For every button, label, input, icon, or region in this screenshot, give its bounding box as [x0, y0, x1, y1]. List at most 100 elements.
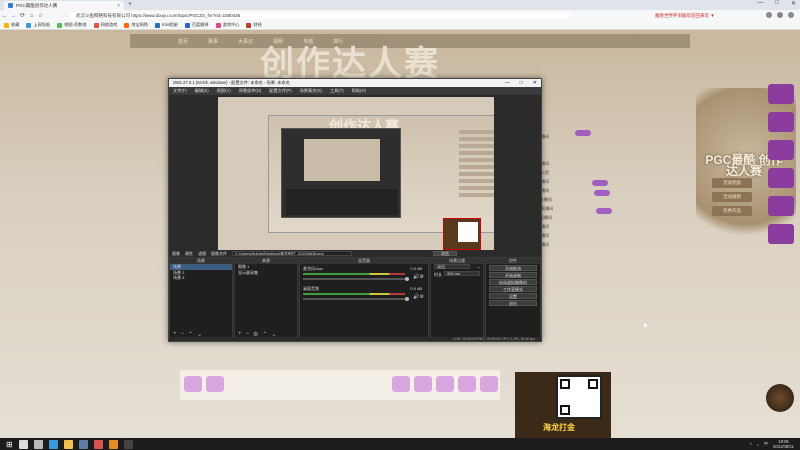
- gift-icon[interactable]: [768, 224, 794, 244]
- bookmark-icon: [4, 22, 9, 28]
- taskbar: ⊞ ^ ♪ 中 19:05 2021/08/21: [0, 438, 800, 450]
- start-button-icon[interactable]: ⊞: [6, 440, 13, 449]
- obs-menu-item[interactable]: 配置文件(P): [269, 88, 291, 94]
- gift-icon[interactable]: [768, 168, 794, 188]
- nav-item-home[interactable]: 首页: [178, 38, 188, 45]
- obs-maximize-button[interactable]: □: [520, 80, 523, 86]
- extension-icon[interactable]: [766, 12, 772, 18]
- tray-expand-icon[interactable]: ^: [750, 442, 752, 447]
- bookmark-item[interactable]: 地图·奇数地: [57, 22, 87, 28]
- nav-item-events[interactable]: 赛事: [208, 38, 218, 45]
- search-icon[interactable]: [18, 439, 28, 449]
- gift-icon[interactable]: [768, 140, 794, 160]
- browse-button[interactable]: 浏览: [433, 251, 457, 256]
- tab-active[interactable]: PGC最酷创作达人赛 ×: [4, 1, 124, 10]
- image-path-field[interactable]: C:/Users/Admin/Desktop/海龙图片_20210806.png: [232, 251, 352, 256]
- obs-menu-item[interactable]: 工具(T): [330, 88, 344, 94]
- gift-item[interactable]: [458, 376, 476, 392]
- obs-icon[interactable]: [123, 439, 133, 449]
- obs-minimize-button[interactable]: —: [505, 80, 510, 86]
- slider-handle[interactable]: [405, 276, 409, 281]
- browser-tab-strip: PGC最酷创作达人赛 × + — □ ✕: [0, 0, 800, 10]
- tab-close-icon[interactable]: ×: [117, 3, 120, 9]
- user-icon[interactable]: [777, 12, 783, 18]
- obs-menu-item[interactable]: 场景集合(S): [300, 88, 322, 94]
- gift-item[interactable]: [392, 376, 410, 392]
- obs-menu-item[interactable]: 停靠部件(D): [239, 88, 262, 94]
- steam-icon[interactable]: [78, 439, 88, 449]
- home-icon[interactable]: ⌂: [27, 13, 36, 19]
- gift-item[interactable]: [414, 376, 432, 392]
- add-icon[interactable]: +: [478, 264, 480, 271]
- browser-search-input[interactable]: 魔兽世界怀旧服欢迎回来玩 ▼: [655, 12, 735, 19]
- bookmark-item[interactable]: 游戏中心: [215, 22, 239, 28]
- filters-button[interactable]: 滤镜: [198, 251, 206, 257]
- gift-icon[interactable]: [768, 84, 794, 104]
- volume-icon[interactable]: ♪: [757, 442, 759, 447]
- studio-mode-button[interactable]: 工作室模式: [489, 286, 537, 292]
- duration-input[interactable]: 300 ms: [444, 271, 480, 276]
- gift-item[interactable]: [480, 376, 498, 392]
- obs-menu-item[interactable]: 文件(F): [173, 88, 187, 94]
- right-gift-strip: [768, 84, 796, 284]
- speaker-icon[interactable]: 🔊⚙: [413, 274, 424, 280]
- start-streaming-button[interactable]: 开始推流: [489, 265, 537, 271]
- bookmark-item[interactable]: 淘宝网购: [124, 22, 148, 28]
- address-bar-row: ← → ⟳ ⌂ ☆ 武汉斗鱼网络科技有限公司 https://www.douyu…: [0, 10, 800, 21]
- new-tab-button[interactable]: +: [128, 1, 132, 8]
- qr-code-icon[interactable]: [556, 375, 602, 419]
- files-icon[interactable]: [63, 439, 73, 449]
- bookmark-item[interactable]: 上网导航: [26, 22, 50, 28]
- obs-close-button[interactable]: ✕: [533, 80, 537, 86]
- taskview-icon[interactable]: [33, 439, 43, 449]
- virtual-camera-button[interactable]: 启动虚拟摄像机: [489, 279, 537, 285]
- bookmark-item[interactable]: 百度翻译: [184, 22, 209, 28]
- edge-icon[interactable]: [48, 439, 58, 449]
- gift-icon[interactable]: [768, 196, 794, 216]
- speaker-icon[interactable]: 🔊⚙: [413, 294, 424, 300]
- volume-slider[interactable]: [303, 276, 409, 281]
- bookmark-item[interactable]: 财经: [246, 22, 262, 28]
- exit-button[interactable]: 退出: [489, 300, 537, 306]
- menu-icon[interactable]: [788, 12, 794, 18]
- bookmark-item[interactable]: 收藏: [4, 22, 19, 28]
- obs-preview[interactable]: 创作达人赛: [218, 97, 494, 255]
- gift-icon[interactable]: [768, 112, 794, 132]
- close-button[interactable]: ✕: [791, 0, 796, 7]
- app-red-icon[interactable]: [93, 439, 103, 449]
- featured-works-button[interactable]: 优秀作品: [712, 206, 752, 216]
- settings-button[interactable]: 设置: [489, 293, 537, 299]
- bookmark-item[interactable]: Kira相册: [155, 22, 178, 28]
- minimize-button[interactable]: —: [757, 0, 763, 7]
- scene-item[interactable]: 场景 3: [170, 275, 232, 281]
- obs-menu-item[interactable]: 编辑(E): [195, 88, 209, 94]
- clock[interactable]: 19:05 2021/08/21: [773, 439, 794, 449]
- obs-menu-item[interactable]: 帮助(H): [352, 88, 366, 94]
- app-orange-icon[interactable]: [108, 439, 118, 449]
- maximize-button[interactable]: □: [775, 0, 779, 7]
- forward-icon[interactable]: →: [9, 13, 18, 19]
- reload-icon[interactable]: ⟳: [18, 12, 27, 19]
- volume-meter: [303, 293, 405, 295]
- back-icon[interactable]: ←: [0, 13, 9, 19]
- gift-item[interactable]: [206, 376, 224, 392]
- start-recording-button[interactable]: 开始录制: [489, 272, 537, 278]
- transition-select[interactable]: 淡出: [434, 264, 470, 269]
- volume-slider[interactable]: [303, 296, 409, 301]
- obs-menu-item[interactable]: 视图(V): [217, 88, 231, 94]
- gift-item[interactable]: [184, 376, 202, 392]
- nav-item-timeline[interactable]: 大事记: [238, 38, 253, 45]
- corner-logo-icon[interactable]: [766, 384, 794, 412]
- ime-icon[interactable]: 中: [764, 441, 768, 447]
- bookmark-item[interactable]: 网络游戏: [93, 22, 117, 28]
- favorite-icon[interactable]: ☆: [36, 12, 45, 19]
- url-input[interactable]: 武汉斗鱼网络科技有限公司 https://www.douyu.com/topic…: [70, 12, 570, 19]
- activity-rules-button[interactable]: 活动规则: [712, 192, 752, 202]
- properties-button[interactable]: 属性: [185, 251, 193, 257]
- transitions-dock: 场景过渡 淡出 + 时长 300 ms: [430, 257, 484, 341]
- activity-rewards-button[interactable]: 活动奖励: [712, 178, 752, 188]
- gift-item[interactable]: [436, 376, 454, 392]
- bookmark-label: 地图·奇数地: [64, 22, 87, 27]
- source-item[interactable]: 显示器采集: [235, 270, 297, 276]
- slider-handle[interactable]: [405, 296, 409, 301]
